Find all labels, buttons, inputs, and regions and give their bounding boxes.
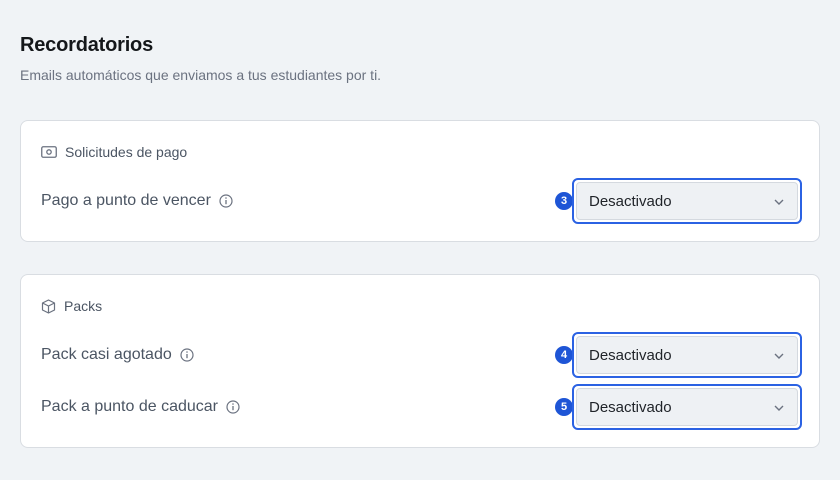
payment-requests-header: Solicitudes de pago: [41, 144, 187, 160]
reminder-row-pack-expiring: Pack a punto de caducar: [41, 398, 240, 416]
page-subtitle: Emails automáticos que enviamos a tus es…: [20, 67, 382, 83]
reminder-label: Pago a punto de vencer: [41, 192, 211, 209]
reminder-select-pack-almost-used[interactable]: Desactivado: [572, 332, 802, 378]
box-icon: [41, 298, 56, 314]
money-icon: [41, 146, 57, 158]
reminder-select-payment-due[interactable]: Desactivado: [572, 178, 802, 224]
select-value: Desactivado: [589, 346, 672, 364]
packs-card: Packs Pack casi agotado 4 Desactivado Pa…: [20, 274, 820, 448]
reminder-select-pack-expiring[interactable]: Desactivado: [572, 384, 802, 430]
chevron-down-icon: [773, 399, 785, 416]
reminder-label: Pack a punto de caducar: [41, 398, 219, 415]
payment-requests-title: Solicitudes de pago: [65, 144, 188, 160]
reminder-label: Pack casi agotado: [41, 346, 172, 363]
reminder-row-payment-due: Pago a punto de vencer: [41, 192, 233, 210]
packs-title: Packs: [64, 298, 103, 314]
step-badge: 4: [555, 346, 573, 364]
step-badge: 5: [555, 398, 573, 416]
step-badge: 3: [555, 192, 573, 210]
packs-header: Packs: [41, 298, 102, 314]
chevron-down-icon: [773, 193, 785, 210]
info-icon[interactable]: [219, 194, 233, 208]
info-icon[interactable]: [180, 348, 194, 362]
reminder-row-pack-almost-used: Pack casi agotado: [41, 346, 194, 364]
chevron-down-icon: [773, 347, 785, 364]
info-icon[interactable]: [226, 400, 240, 414]
page-title: Recordatorios: [20, 34, 153, 56]
select-value: Desactivado: [589, 398, 672, 416]
payment-requests-card: Solicitudes de pago Pago a punto de venc…: [20, 120, 820, 242]
select-value: Desactivado: [589, 192, 672, 210]
